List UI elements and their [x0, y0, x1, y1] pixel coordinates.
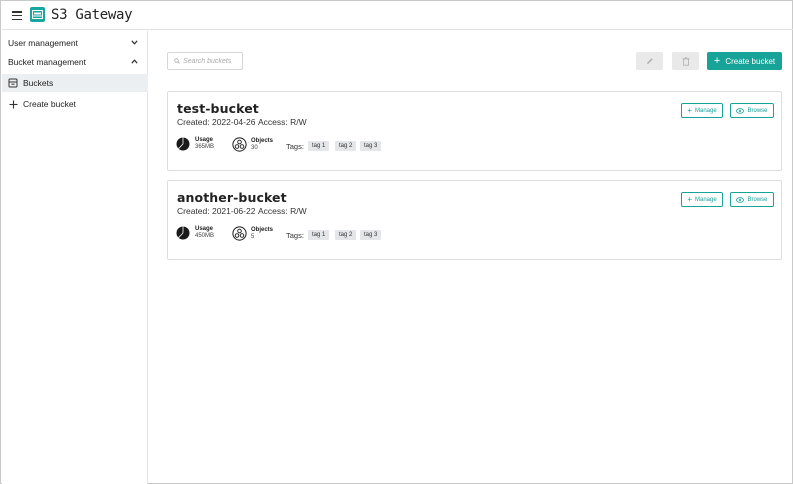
- sidebar: User management Bucket management Bucket…: [2, 31, 148, 484]
- search-field[interactable]: [167, 52, 243, 70]
- edit-button[interactable]: [636, 52, 663, 70]
- delete-button[interactable]: [672, 52, 699, 70]
- eye-icon: [736, 107, 745, 114]
- manage-button[interactable]: + Manage: [681, 103, 723, 118]
- tag-badge: tag 2: [335, 230, 357, 240]
- objects-stat: Objects 5: [232, 226, 273, 241]
- tags-label: Tags:: [286, 231, 304, 240]
- tag-badge: tag 3: [360, 141, 382, 151]
- manage-button[interactable]: + Manage: [681, 192, 723, 207]
- search-icon: [174, 56, 180, 66]
- bucket-name: another-bucket: [177, 190, 287, 205]
- app-title: S3 Gateway: [51, 7, 133, 23]
- app-logo-icon: [30, 7, 45, 22]
- eye-icon: [736, 196, 745, 203]
- sidebar-item-user-management[interactable]: User management: [2, 34, 148, 52]
- tag-badge: tag 3: [360, 230, 382, 240]
- trash-icon: [682, 56, 689, 66]
- chevron-up-icon: [131, 57, 138, 66]
- browse-button[interactable]: Browse: [730, 103, 774, 118]
- tags-label: Tags:: [286, 142, 304, 151]
- bucket-access: Access: R/W: [258, 117, 307, 127]
- usage-label: Usage: [195, 137, 214, 143]
- chevron-down-icon: [131, 38, 138, 47]
- plus-icon: +: [713, 55, 721, 67]
- usage-label: Usage: [195, 226, 214, 232]
- bucket-name: test-bucket: [177, 101, 259, 116]
- sidebar-item-label: Buckets: [23, 78, 54, 88]
- pencil-icon: [646, 58, 653, 64]
- bucket-icon: [8, 78, 18, 88]
- pie-chart-icon: [176, 137, 190, 151]
- sidebar-item-bucket-management[interactable]: Bucket management: [2, 53, 148, 71]
- objects-value: 5: [251, 233, 255, 240]
- manage-label: Manage: [694, 196, 717, 203]
- sidebar-item-create-bucket[interactable]: Create bucket: [2, 95, 148, 113]
- sidebar-item-buckets[interactable]: Buckets: [2, 74, 148, 92]
- tag-badge: tag 1: [308, 141, 330, 151]
- plus-icon: [8, 99, 18, 109]
- usage-value: 450MB: [195, 233, 215, 239]
- objects-icon: [232, 137, 247, 152]
- bucket-created: Created: 2021-06-22: [177, 206, 256, 216]
- tag-badge: tag 2: [335, 141, 357, 151]
- objects-label: Objects: [251, 226, 274, 233]
- usage-stat: Usage 450MB: [176, 226, 214, 240]
- plus-icon: +: [687, 106, 692, 115]
- bucket-card: test-bucket Created: 2022-04-26 Access: …: [167, 91, 782, 171]
- bucket-access: Access: R/W: [258, 206, 307, 216]
- create-bucket-button[interactable]: + Create bucket: [707, 52, 782, 70]
- objects-icon: [232, 226, 247, 241]
- objects-label: Objects: [251, 137, 274, 144]
- plus-icon: +: [687, 195, 692, 204]
- sidebar-item-label: Create bucket: [23, 99, 76, 109]
- browse-label: Browse: [747, 196, 768, 203]
- usage-value: 365MB: [195, 144, 215, 150]
- app-window: S3 Gateway User management Bucket manage…: [0, 0, 793, 484]
- objects-value: 30: [251, 144, 258, 151]
- browse-button[interactable]: Browse: [730, 192, 774, 207]
- pie-chart-icon: [176, 226, 190, 240]
- create-bucket-label: Create bucket: [725, 56, 776, 66]
- app-header: S3 Gateway: [2, 2, 793, 30]
- search-input[interactable]: [183, 57, 243, 65]
- objects-stat: Objects 30: [232, 137, 273, 152]
- usage-stat: Usage 365MB: [176, 137, 214, 151]
- menu-icon[interactable]: [12, 11, 22, 21]
- bucket-created: Created: 2022-04-26: [177, 117, 256, 127]
- bucket-card: another-bucket Created: 2021-06-22 Acces…: [167, 180, 782, 260]
- manage-label: Manage: [694, 107, 717, 114]
- browse-label: Browse: [747, 107, 768, 114]
- tag-badge: tag 1: [308, 230, 330, 240]
- sidebar-item-label: Bucket management: [8, 57, 86, 67]
- sidebar-item-label: User management: [8, 38, 78, 48]
